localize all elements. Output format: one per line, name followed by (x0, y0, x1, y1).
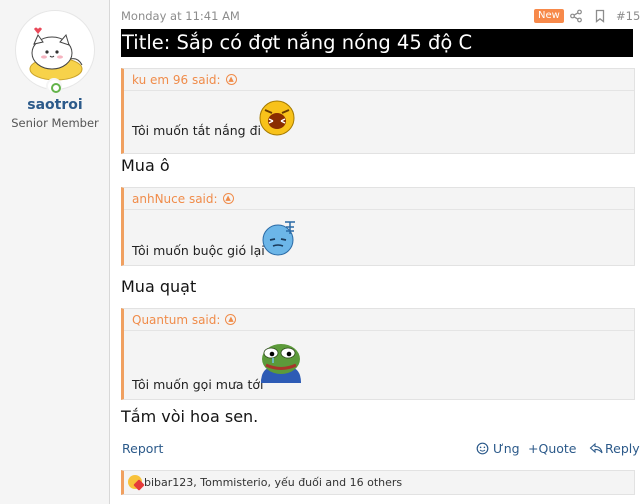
user-sidebar: saotroi Senior Member (0, 0, 110, 504)
quote-block: Quantum said: ▲ Tôi muốn gọi mưa tới (121, 308, 635, 400)
quote-text: Tôi muốn tắt nắng đi (132, 123, 261, 138)
love-reaction-icon (128, 475, 142, 489)
bookmark-icon[interactable] (593, 9, 607, 23)
arrow-up-icon[interactable]: ▲ (222, 193, 234, 204)
quote-button[interactable]: +Quote (528, 441, 576, 456)
angry-smiley-icon (259, 100, 295, 136)
quote-header[interactable]: ku em 96 said: ▲ (124, 69, 634, 91)
post-number[interactable]: #15 (616, 9, 640, 23)
pepe-frog-icon (261, 344, 301, 383)
ung-button[interactable]: Ưng (476, 441, 520, 456)
reply-text: Mua quạt (121, 277, 197, 296)
quote-block: ku em 96 said: ▲ Tôi muốn tắt nắng đi (121, 68, 635, 154)
user-title: Senior Member (11, 116, 99, 130)
online-status-icon (46, 78, 62, 94)
post-date[interactable]: Monday at 11:41 AM (121, 9, 240, 23)
new-badge: New (534, 9, 564, 23)
arrow-up-icon[interactable]: ▲ (225, 74, 237, 85)
reaction-users[interactable]: bibar123, Tommisterio, yếu đuối and 16 o… (144, 476, 402, 489)
post-title: Title: Sắp có đợt nắng nóng 45 độ C (121, 29, 633, 57)
quote-author[interactable]: Quantum said: (132, 309, 220, 331)
username[interactable]: saotroi (0, 97, 110, 113)
report-link[interactable]: Report (122, 441, 163, 456)
reply-text: Tắm vòi hoa sen. (121, 407, 259, 426)
ung-label: Ưng (493, 441, 520, 456)
smile-icon (476, 442, 489, 455)
reply-text: Mua ô (121, 156, 170, 175)
arrow-up-icon[interactable]: ▲ (225, 314, 237, 325)
quote-block: anhNuce said: ▲ Tôi muốn buộc gió lại (121, 187, 635, 266)
reply-label: Reply (605, 441, 640, 456)
quote-text: Tôi muốn buộc gió lại (132, 243, 265, 258)
reactions-bar[interactable]: bibar123, Tommisterio, yếu đuối and 16 o… (121, 470, 635, 495)
quote-author[interactable]: anhNuce said: (132, 188, 218, 210)
reply-arrow-icon (589, 442, 603, 454)
quote-author[interactable]: ku em 96 said: (132, 69, 221, 91)
quote-text: Tôi muốn gọi mưa tới (132, 377, 264, 392)
cold-smiley-icon (262, 221, 295, 256)
reply-button[interactable]: Reply (589, 441, 640, 456)
quote-header[interactable]: Quantum said: ▲ (124, 309, 634, 331)
share-icon[interactable] (569, 9, 583, 23)
quote-header[interactable]: anhNuce said: ▲ (124, 188, 634, 210)
